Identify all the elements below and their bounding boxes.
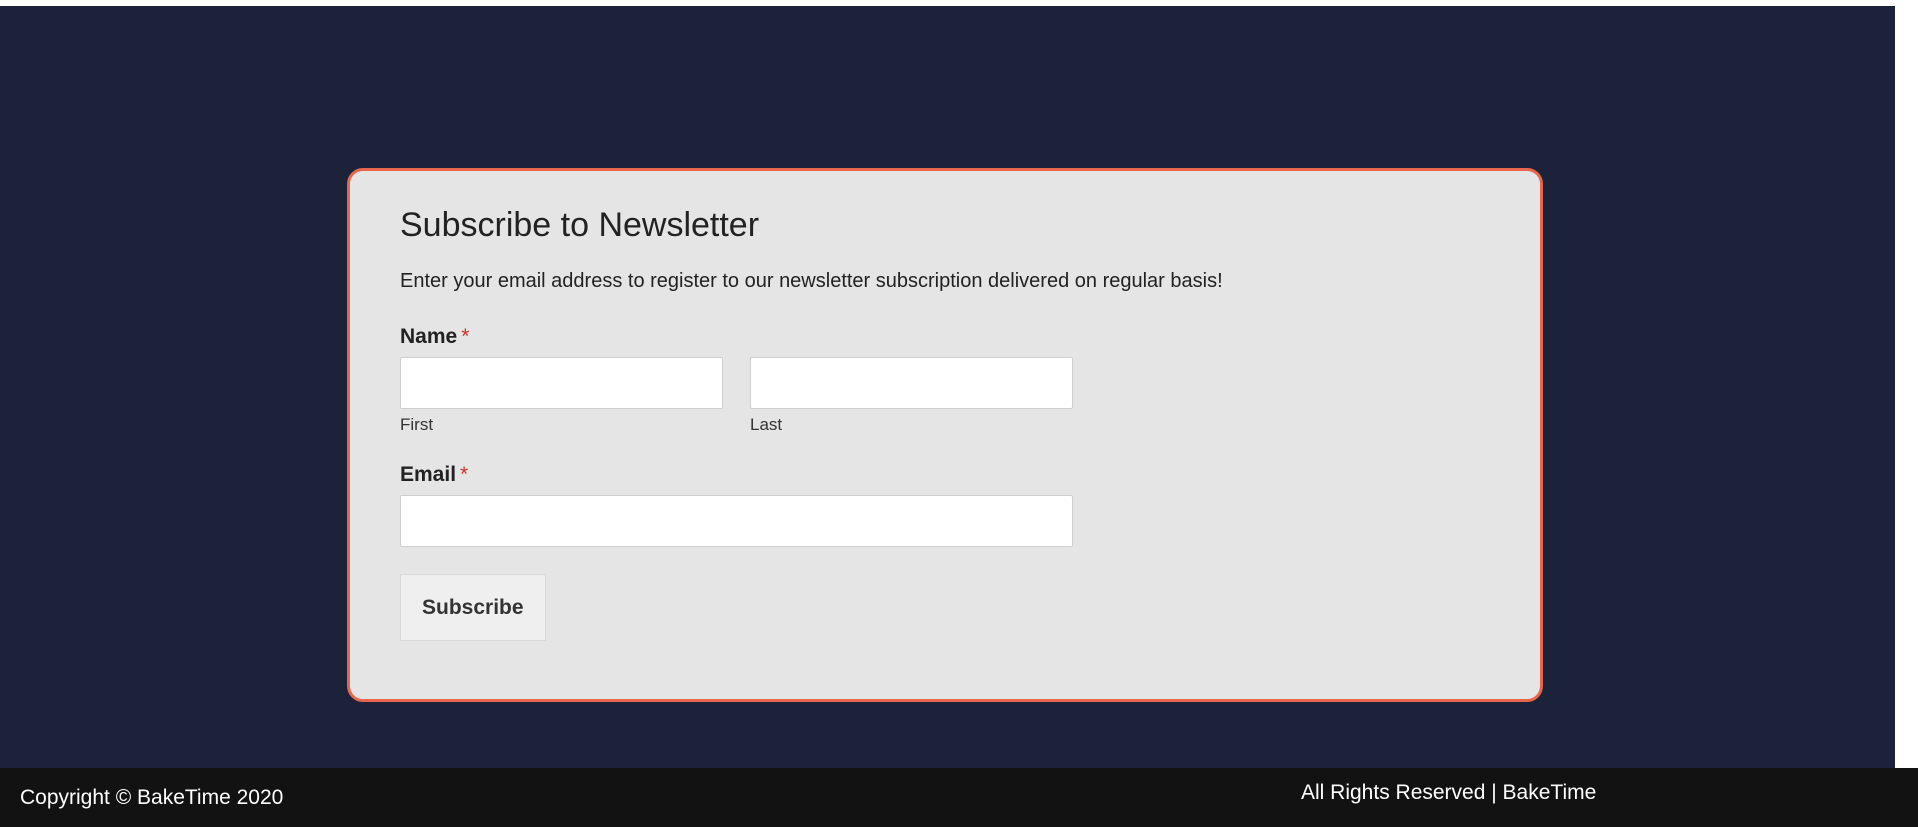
subscribe-button[interactable]: Subscribe [400, 574, 546, 641]
email-input[interactable] [400, 495, 1073, 547]
newsletter-form: Subscribe to Newsletter Enter your email… [347, 168, 1543, 702]
form-title: Subscribe to Newsletter [400, 206, 760, 244]
email-field-group: Email * [400, 463, 1073, 547]
first-name-sublabel: First [400, 415, 434, 434]
footer: Copyright © BakeTime 2020 All Rights Res… [0, 768, 1918, 827]
name-field-group: Name * First Last [400, 325, 1490, 435]
name-row: First Last [400, 357, 1490, 435]
scroll-gutter [1895, 6, 1918, 768]
name-label: Name * [400, 325, 1490, 349]
first-name-input[interactable] [400, 357, 723, 409]
last-name-col: Last [750, 357, 1073, 435]
page: Subscribe to Newsletter Enter your email… [0, 0, 1918, 827]
email-label-text: Email [400, 463, 457, 486]
form-description: Enter your email address to register to … [400, 270, 1223, 292]
email-required-mark: * [460, 463, 469, 486]
last-name-sublabel: Last [750, 415, 783, 434]
name-label-text: Name [400, 325, 458, 348]
first-name-col: First [400, 357, 723, 435]
name-required-mark: * [461, 325, 470, 348]
last-name-input[interactable] [750, 357, 1073, 409]
footer-rights: All Rights Reserved | BakeTime [1301, 781, 1597, 804]
email-label: Email * [400, 463, 1073, 487]
footer-copyright: Copyright © BakeTime 2020 [20, 786, 284, 809]
